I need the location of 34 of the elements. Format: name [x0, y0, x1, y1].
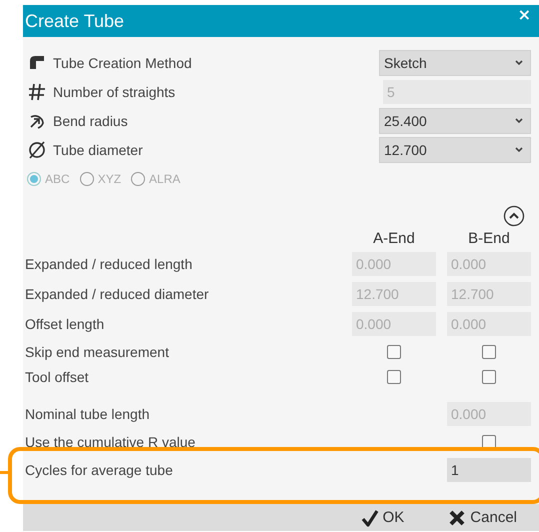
dropdown[interactable]: 12.700 [379, 136, 531, 162]
field-label: Tube Creation Method [53, 54, 193, 70]
column-header: A-End [372, 230, 416, 246]
ok-button[interactable]: OK [360, 508, 404, 526]
close-icon [448, 508, 466, 526]
check-icon [360, 508, 379, 526]
checkbox[interactable] [387, 370, 401, 384]
field-label: Skip end measurement [25, 344, 170, 360]
field-label: Nominal tube length [25, 406, 151, 422]
diameter-icon [27, 140, 47, 160]
chevron-down-icon [514, 58, 524, 67]
checkbox[interactable] [387, 344, 401, 358]
close-button[interactable]: × [510, 7, 539, 23]
chevron-down-icon [514, 116, 524, 125]
field-label: Cycles for average tube [25, 462, 174, 478]
dropdown[interactable]: Sketch [379, 50, 531, 76]
field-label: Use the cumulative R value [25, 434, 196, 450]
field-label: Expanded / reduced diameter [25, 286, 210, 302]
field-label: Bend radius [53, 112, 129, 128]
column-header: B-End [467, 230, 511, 246]
chevron-down-icon [514, 145, 524, 154]
hash-icon [27, 82, 47, 102]
field-label: Number of straights [53, 84, 176, 100]
checkbox[interactable] [482, 344, 496, 358]
field-label: Tube diameter [53, 142, 144, 158]
field-label: Expanded / reduced length [25, 256, 194, 272]
input-field[interactable]: 1 [447, 458, 531, 482]
field-label: Tool offset [25, 368, 90, 384]
dropdown[interactable]: 25.400 [379, 108, 531, 134]
cancel-button[interactable]: Cancel [448, 508, 517, 526]
collapse-icon [503, 205, 525, 227]
field-label: Offset length [25, 316, 106, 332]
checkbox[interactable] [482, 370, 496, 384]
window-title: Create Tube [25, 10, 124, 32]
